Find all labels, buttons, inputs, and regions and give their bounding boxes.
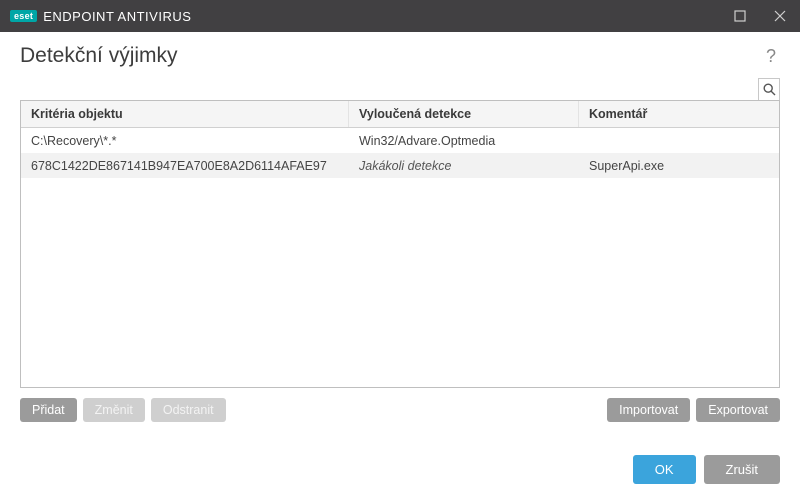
- search-row: [20, 78, 780, 100]
- brand-badge: eset: [10, 10, 37, 22]
- help-icon[interactable]: ?: [762, 46, 780, 67]
- search-button[interactable]: [758, 78, 780, 100]
- remove-button[interactable]: Odstranit: [151, 398, 226, 422]
- titlebar: eset ENDPOINT ANTIVIRUS: [0, 0, 800, 32]
- table-row[interactable]: 678C1422DE867141B947EA700E8A2D6114AFAE97…: [21, 153, 779, 178]
- import-button[interactable]: Importovat: [607, 398, 690, 422]
- cell-criteria: C:\Recovery\*.*: [21, 134, 349, 148]
- add-button[interactable]: Přidat: [20, 398, 77, 422]
- column-header-excluded[interactable]: Vyloučená detekce: [349, 101, 579, 127]
- table-body: C:\Recovery\*.*Win32/Advare.Optmedia678C…: [21, 128, 779, 387]
- dialog-footer: OK Zrušit: [20, 437, 780, 484]
- cell-excluded: Jakákoli detekce: [349, 159, 579, 173]
- page-title: Detekční výjimky: [20, 44, 762, 68]
- window-maximize-button[interactable]: [720, 0, 760, 32]
- edit-button[interactable]: Změnit: [83, 398, 145, 422]
- brand-product: ENDPOINT ANTIVIRUS: [43, 9, 191, 24]
- column-header-comment[interactable]: Komentář: [579, 101, 779, 127]
- ok-button[interactable]: OK: [633, 455, 696, 484]
- cell-comment: SuperApi.exe: [579, 159, 779, 173]
- window-close-button[interactable]: [760, 0, 800, 32]
- table-header: Kritéria objektu Vyloučená detekce Komen…: [21, 101, 779, 128]
- cancel-button[interactable]: Zrušit: [704, 455, 781, 484]
- search-icon: [763, 83, 776, 96]
- header-row: Detekční výjimky ?: [20, 44, 780, 68]
- exclusions-table: Kritéria objektu Vyloučená detekce Komen…: [20, 100, 780, 388]
- export-button[interactable]: Exportovat: [696, 398, 780, 422]
- cell-criteria: 678C1422DE867141B947EA700E8A2D6114AFAE97: [21, 159, 349, 173]
- table-actions: Přidat Změnit Odstranit Importovat Expor…: [20, 398, 780, 422]
- content-area: Detekční výjimky ? Kritéria objektu Vylo…: [0, 32, 800, 500]
- cell-excluded: Win32/Advare.Optmedia: [349, 134, 579, 148]
- column-header-criteria[interactable]: Kritéria objektu: [21, 101, 349, 127]
- table-row[interactable]: C:\Recovery\*.*Win32/Advare.Optmedia: [21, 128, 779, 153]
